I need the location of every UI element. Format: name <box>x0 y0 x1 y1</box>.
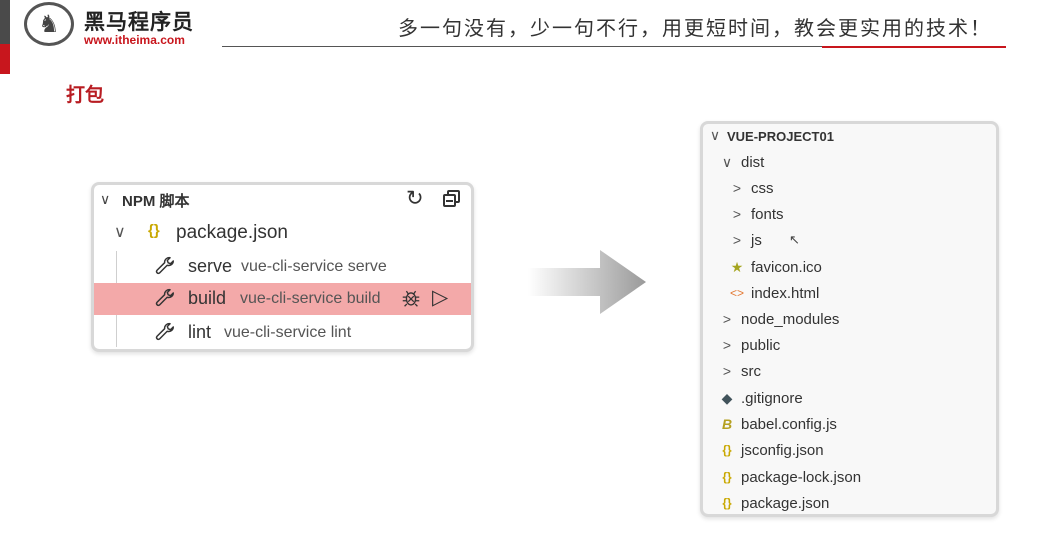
explorer-item-label: .gitignore <box>741 390 803 407</box>
script-command: vue-cli-service lint <box>224 324 352 341</box>
script-item-build[interactable]: build vue-cli-service build ▷ <box>94 283 471 315</box>
json-file-icon: {} <box>722 443 732 457</box>
json-file-icon: {} <box>722 470 732 484</box>
chevron-right-icon: > <box>732 232 742 248</box>
explorer-item-label: css <box>751 180 774 197</box>
package-json-label: package.json <box>176 222 288 243</box>
wrench-icon <box>155 257 174 275</box>
chevron-right-icon: > <box>722 363 732 379</box>
explorer-item-label: src <box>741 363 761 380</box>
explorer-item-dist[interactable]: ∨ dist <box>719 152 999 176</box>
npm-panel-title: NPM 脚本 <box>122 193 190 210</box>
chevron-down-icon[interactable]: ∨ <box>100 191 110 208</box>
explorer-item-label: jsconfig.json <box>741 442 824 459</box>
git-icon: ◆ <box>721 390 733 406</box>
json-file-icon: {} <box>148 222 160 239</box>
chevron-down-icon[interactable]: ∨ <box>114 222 126 242</box>
refresh-icon[interactable]: ↻ <box>406 186 424 211</box>
explorer-item-label: index.html <box>751 285 820 302</box>
explorer-item-package-lock[interactable]: {} package-lock.json <box>719 467 999 491</box>
explorer-item-index-html[interactable]: <> index.html <box>729 283 1009 307</box>
explorer-item-label: dist <box>741 154 765 171</box>
json-file-icon: {} <box>722 496 732 510</box>
chevron-down-icon: ∨ <box>721 154 733 170</box>
explorer-item-package-json[interactable]: {} package.json <box>719 493 999 517</box>
horse-logo-icon: ♞ <box>24 2 74 46</box>
explorer-item-favicon[interactable]: ★ favicon.ico <box>729 257 1009 281</box>
script-name: serve <box>188 256 233 276</box>
explorer-item-label: favicon.ico <box>751 259 822 276</box>
chevron-right-icon: > <box>722 311 732 327</box>
script-name: lint <box>188 322 212 342</box>
explorer-item-label: js <box>751 232 762 249</box>
header-side-bar <box>0 0 10 44</box>
explorer-item-jsconfig[interactable]: {} jsconfig.json <box>719 440 999 464</box>
file-explorer-panel: ∨ VUE-PROJECT01 ∨ dist > css > fonts > j… <box>700 121 999 517</box>
explorer-item-label: package-lock.json <box>741 469 862 486</box>
wrench-icon <box>155 289 174 307</box>
chevron-down-icon[interactable]: ∨ <box>707 127 723 144</box>
explorer-item-js[interactable]: > js ↖ <box>729 230 1009 254</box>
explorer-item-label: fonts <box>751 206 784 223</box>
html-file-icon: <> <box>729 286 744 300</box>
debug-icon[interactable] <box>400 287 422 309</box>
header-side-bar-accent <box>0 44 10 74</box>
chevron-right-icon: > <box>732 180 742 196</box>
explorer-item-fonts[interactable]: > fonts <box>729 204 1009 228</box>
explorer-item-label: node_modules <box>741 311 840 328</box>
header-divider-accent <box>822 46 1006 48</box>
explorer-item-node-modules[interactable]: > node_modules <box>719 309 999 333</box>
arrow-right-icon <box>528 250 646 314</box>
section-title: 打包 <box>66 84 105 106</box>
script-command: vue-cli-service serve <box>241 258 387 275</box>
explorer-item-label: package.json <box>741 495 830 512</box>
collapse-all-icon[interactable] <box>443 190 461 208</box>
script-item-lint[interactable]: lint vue-cli-service lint <box>94 317 471 349</box>
wrench-icon <box>155 323 174 341</box>
star-icon: ★ <box>730 259 744 275</box>
explorer-item-css[interactable]: > css <box>729 178 1009 202</box>
explorer-root-label: VUE-PROJECT01 <box>727 129 834 144</box>
script-command: vue-cli-service build <box>240 290 381 307</box>
explorer-item-public[interactable]: > public <box>719 335 999 359</box>
chevron-right-icon: > <box>722 337 732 353</box>
run-icon[interactable]: ▷ <box>432 285 448 310</box>
explorer-item-label: public <box>741 337 781 354</box>
explorer-root[interactable]: ∨ VUE-PROJECT01 <box>707 125 987 149</box>
npm-panel-header[interactable]: ∨ NPM 脚本 ↻ <box>94 185 471 215</box>
explorer-item-babel-config[interactable]: B babel.config.js <box>719 414 999 438</box>
brand-url: www.itheima.com <box>84 33 185 47</box>
explorer-item-label: babel.config.js <box>741 416 837 433</box>
package-json-node[interactable]: ∨ {} package.json <box>94 219 471 247</box>
script-item-serve[interactable]: serve vue-cli-service serve <box>94 251 471 283</box>
babel-icon: B <box>721 416 733 432</box>
slogan: 多一句没有，少一句不行，用更短时间，教会更实用的技术！ <box>398 16 992 40</box>
mouse-cursor-icon: ↖ <box>789 232 800 247</box>
npm-scripts-panel: ∨ NPM 脚本 ↻ ∨ {} package.json serve vue-c… <box>91 182 474 352</box>
script-name: build <box>188 288 227 308</box>
explorer-item-src[interactable]: > src <box>719 361 999 385</box>
explorer-item-gitignore[interactable]: ◆ .gitignore <box>719 388 999 412</box>
brand-name: 黑马程序员 <box>84 10 194 34</box>
chevron-right-icon: > <box>732 206 742 222</box>
